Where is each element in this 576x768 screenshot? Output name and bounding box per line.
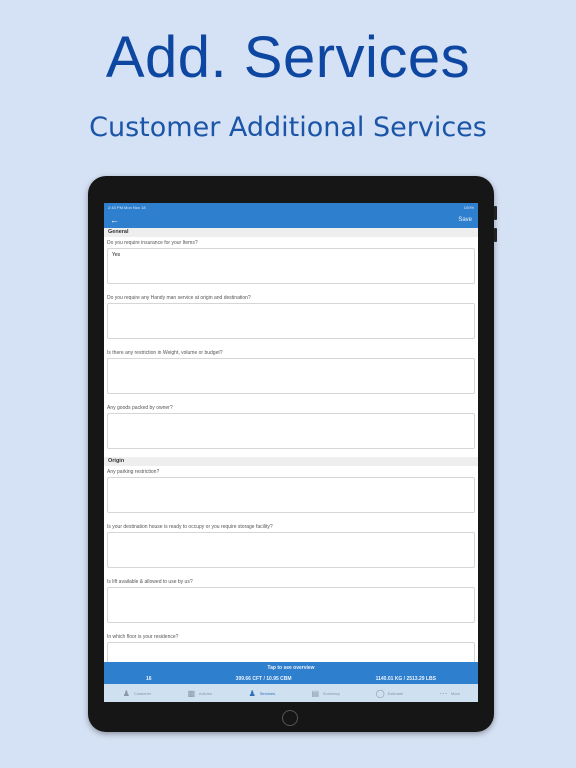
tab-label: Services	[259, 690, 276, 696]
tab-bar: ♟ Customer ▩ Articles ♟ Services ▤ Summa…	[104, 684, 478, 702]
tab-customer[interactable]: ♟ Customer	[122, 689, 151, 698]
person-icon: ♟	[248, 688, 256, 698]
form-content: General Do you require insurance for you…	[104, 228, 478, 678]
question-label: Is lift available & allowed to use by us…	[107, 579, 193, 585]
dollar-icon: ◯	[375, 688, 385, 698]
home-button[interactable]	[282, 710, 298, 726]
app-screen: 2:43 PM Mon Nov 18 100% ← Save General D…	[104, 203, 478, 702]
tab-services[interactable]: ♟ Services	[248, 689, 275, 698]
question-label: Is there any restriction in Weight, volu…	[107, 350, 223, 356]
tablet-side-button	[494, 206, 497, 220]
more-icon: ⋯	[439, 688, 448, 698]
question-label: In which floor is your residence?	[107, 634, 179, 640]
tab-summary[interactable]: ▤ Summary	[311, 689, 340, 698]
overview-weight: 1140.01 KG / 2513.29 LBS	[375, 676, 436, 682]
answer-field[interactable]	[107, 532, 475, 568]
answer-field[interactable]	[107, 587, 475, 623]
overview-count: 16	[146, 676, 152, 682]
person-icon: ♟	[122, 688, 130, 698]
furniture-icon: ▩	[187, 688, 196, 698]
section-header-general: General	[104, 228, 478, 237]
tablet-frame: 2:43 PM Mon Nov 18 100% ← Save General D…	[88, 176, 497, 732]
answer-field[interactable]	[107, 413, 475, 449]
question-label: Is your destination house is ready to oc…	[107, 524, 273, 530]
tablet-side-button	[494, 228, 497, 242]
arrow-left-icon[interactable]: ←	[110, 215, 119, 225]
section-header-origin: Origin	[104, 457, 478, 466]
question-label: Any goods packed by owner?	[107, 405, 173, 411]
question-label: Any parking restriction?	[107, 469, 160, 475]
question-label: Do you require insurance for your Items?	[107, 240, 198, 246]
hero-title: Add. Services	[105, 25, 471, 90]
question-label: Do you require any Handy man service at …	[107, 295, 251, 301]
tab-label: Articles	[198, 690, 213, 696]
overview-volume: 399.66 CFT / 10.95 CBM	[235, 676, 292, 682]
overview-bar[interactable]: Tap to see overview 16 399.66 CFT / 10.9…	[104, 662, 478, 684]
answer-field[interactable]	[107, 477, 475, 513]
answer-field[interactable]	[107, 358, 475, 394]
status-battery: 100%	[463, 205, 474, 210]
hero-subtitle: Customer Additional Services	[89, 112, 487, 143]
status-time: 2:43 PM Mon Nov 18	[108, 205, 146, 210]
overview-tap-label: Tap to see overview	[267, 665, 315, 671]
status-bar: 2:43 PM Mon Nov 18 100%	[104, 203, 478, 212]
answer-field[interactable]	[107, 303, 475, 339]
tab-label: More	[450, 690, 461, 696]
nav-bar: ← Save	[104, 212, 478, 228]
tab-more[interactable]: ⋯ More	[439, 689, 460, 698]
tab-label: Estimate	[387, 690, 404, 696]
tab-articles[interactable]: ▩ Articles	[187, 689, 212, 698]
tab-estimate[interactable]: ◯ Estimate	[376, 689, 404, 698]
answer-field[interactable]: Yes	[107, 248, 475, 284]
save-button[interactable]: Save	[458, 217, 472, 223]
tab-label: Summary	[322, 690, 340, 696]
clipboard-icon: ▤	[311, 688, 320, 698]
overview-stats: 16 399.66 CFT / 10.95 CBM 1140.01 KG / 2…	[104, 671, 478, 682]
tab-label: Customer	[133, 690, 152, 696]
